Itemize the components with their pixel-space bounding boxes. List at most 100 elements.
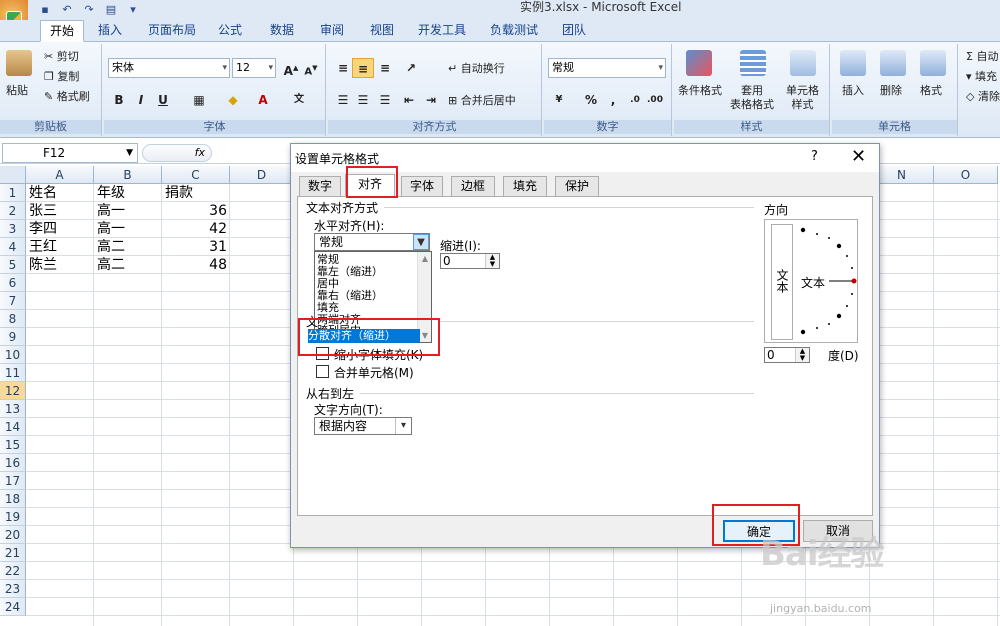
row-header[interactable]: 17 bbox=[0, 472, 26, 490]
orientation-dial[interactable]: 文本 bbox=[799, 220, 857, 342]
column-header[interactable]: B bbox=[94, 166, 162, 184]
align-right-icon[interactable]: ☰ bbox=[374, 90, 396, 110]
row-header[interactable]: 8 bbox=[0, 310, 26, 328]
underline-icon[interactable]: U bbox=[152, 90, 174, 110]
format-painter-button[interactable]: ✎ 格式刷 bbox=[44, 90, 90, 104]
paste-icon[interactable] bbox=[6, 50, 32, 76]
delete-cells-button[interactable]: 删除 bbox=[880, 84, 902, 98]
cell[interactable]: 年级 bbox=[94, 184, 162, 202]
row-header[interactable]: 11 bbox=[0, 364, 26, 382]
row-header[interactable]: 14 bbox=[0, 418, 26, 436]
row-header[interactable]: 5 bbox=[0, 256, 26, 274]
redo-icon[interactable]: ↷ bbox=[82, 3, 96, 17]
format-as-table-button[interactable]: 套用 表格格式 bbox=[730, 84, 774, 112]
insert-cells-icon[interactable] bbox=[840, 50, 866, 76]
cell-styles-button[interactable]: 单元格 样式 bbox=[786, 84, 819, 112]
increase-decimal-icon[interactable]: .0 bbox=[624, 90, 646, 110]
conditional-format-button[interactable]: 条件格式 bbox=[678, 84, 722, 98]
row-header[interactable]: 24 bbox=[0, 598, 26, 616]
tab-review[interactable]: 审阅 bbox=[312, 20, 352, 42]
phonetic-icon[interactable]: 文 bbox=[288, 90, 310, 110]
print-preview-icon[interactable]: ▤ bbox=[104, 3, 118, 17]
format-as-table-icon[interactable] bbox=[740, 50, 766, 76]
cell[interactable]: 高二 bbox=[94, 238, 162, 256]
column-header[interactable]: A bbox=[26, 166, 94, 184]
tab-developer[interactable]: 开发工具 bbox=[410, 20, 474, 42]
row-header[interactable]: 23 bbox=[0, 580, 26, 598]
tab-protection[interactable]: 保护 bbox=[555, 176, 599, 196]
row-header[interactable]: 12 bbox=[0, 382, 26, 400]
tab-fill[interactable]: 填充 bbox=[503, 176, 547, 196]
cell[interactable]: 高二 bbox=[94, 256, 162, 274]
row-header[interactable]: 4 bbox=[0, 238, 26, 256]
paste-button[interactable]: 粘贴 bbox=[6, 84, 28, 98]
percent-icon[interactable]: % bbox=[580, 90, 602, 110]
cell[interactable]: 36 bbox=[162, 202, 230, 220]
decrease-decimal-icon[interactable]: .00 bbox=[644, 90, 666, 110]
spin-down-icon[interactable]: ▼ bbox=[795, 355, 809, 362]
row-header[interactable]: 18 bbox=[0, 490, 26, 508]
row-header[interactable]: 16 bbox=[0, 454, 26, 472]
border-icon[interactable]: ▦ bbox=[188, 90, 210, 110]
horizontal-align-select[interactable]: 常规 ▼ bbox=[314, 233, 430, 251]
tab-page-layout[interactable]: 页面布局 bbox=[140, 20, 204, 42]
tab-team[interactable]: 团队 bbox=[554, 20, 594, 42]
row-header[interactable]: 6 bbox=[0, 274, 26, 292]
comma-icon[interactable]: , bbox=[602, 90, 624, 110]
clear-button[interactable]: ◇ 清除 bbox=[966, 90, 1000, 104]
cell[interactable]: 42 bbox=[162, 220, 230, 238]
vertical-text-button[interactable]: 文本 bbox=[771, 224, 793, 340]
format-cells-icon[interactable] bbox=[920, 50, 946, 76]
row-header[interactable]: 7 bbox=[0, 292, 26, 310]
conditional-format-icon[interactable] bbox=[686, 50, 712, 76]
row-header[interactable]: 3 bbox=[0, 220, 26, 238]
tab-load-test[interactable]: 负载测试 bbox=[482, 20, 546, 42]
column-header[interactable]: D bbox=[230, 166, 294, 184]
row-header[interactable]: 22 bbox=[0, 562, 26, 580]
bold-icon[interactable]: B bbox=[108, 90, 130, 110]
select-all-button[interactable] bbox=[0, 166, 26, 184]
tab-home[interactable]: 开始 bbox=[40, 20, 84, 42]
row-header[interactable]: 9 bbox=[0, 328, 26, 346]
save-icon[interactable]: ▪ bbox=[38, 3, 52, 17]
number-format-select[interactable]: 常规 ▾ bbox=[548, 58, 666, 78]
insert-cells-button[interactable]: 插入 bbox=[842, 84, 864, 98]
cell[interactable]: 捐款 bbox=[162, 184, 230, 202]
orientation-icon[interactable]: ↗ bbox=[400, 58, 422, 78]
scroll-up-icon[interactable]: ▲ bbox=[418, 254, 432, 263]
autosum-button[interactable]: Σ 自动 bbox=[966, 50, 998, 64]
font-name-select[interactable]: 宋体 ▾ bbox=[108, 58, 230, 78]
row-header[interactable]: 20 bbox=[0, 526, 26, 544]
cell-styles-icon[interactable] bbox=[790, 50, 816, 76]
tab-font[interactable]: 字体 bbox=[401, 176, 443, 196]
text-direction-select[interactable]: 根据内容 ▾ bbox=[314, 417, 412, 435]
grow-font-icon[interactable]: A▲ bbox=[280, 58, 302, 78]
degree-spinner[interactable]: 0 ▲ ▼ bbox=[764, 347, 810, 363]
cut-button[interactable]: ✂ 剪切 bbox=[44, 50, 79, 64]
cell[interactable]: 王红 bbox=[26, 238, 94, 256]
align-bottom-icon[interactable]: ≡ bbox=[374, 58, 396, 78]
align-top-icon[interactable]: ≡ bbox=[332, 58, 354, 78]
row-header[interactable]: 21 bbox=[0, 544, 26, 562]
undo-icon[interactable]: ↶ bbox=[60, 3, 74, 17]
align-left-icon[interactable]: ☰ bbox=[332, 90, 354, 110]
tab-view[interactable]: 视图 bbox=[362, 20, 402, 42]
decrease-indent-icon[interactable]: ⇤ bbox=[398, 90, 420, 110]
cell[interactable]: 31 bbox=[162, 238, 230, 256]
wrap-text-button[interactable]: ↵ 自动换行 bbox=[448, 62, 505, 76]
tab-number[interactable]: 数字 bbox=[299, 176, 341, 196]
align-center-icon[interactable]: ☰ bbox=[352, 90, 374, 110]
tab-border[interactable]: 边框 bbox=[451, 176, 495, 196]
increase-indent-icon[interactable]: ⇥ bbox=[420, 90, 442, 110]
tab-data[interactable]: 数据 bbox=[262, 20, 302, 42]
font-color-icon[interactable]: A bbox=[252, 90, 274, 110]
spin-down-icon[interactable]: ▼ bbox=[485, 261, 499, 268]
copy-button[interactable]: ❐ 复制 bbox=[44, 70, 79, 84]
column-header[interactable]: O bbox=[934, 166, 998, 184]
align-middle-icon[interactable]: ≡ bbox=[352, 58, 374, 78]
merge-cells-checkbox[interactable] bbox=[316, 365, 329, 378]
close-icon[interactable]: ✕ bbox=[851, 146, 866, 167]
tab-formulas[interactable]: 公式 bbox=[210, 20, 250, 42]
cell[interactable]: 张三 bbox=[26, 202, 94, 220]
cell[interactable]: 高一 bbox=[94, 220, 162, 238]
